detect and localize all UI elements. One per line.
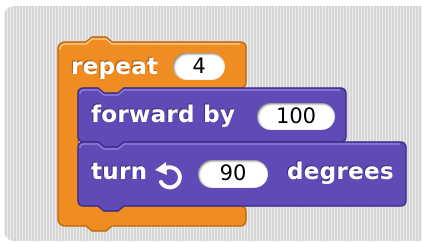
forward-label: forward by xyxy=(91,102,236,128)
repeat-label: repeat xyxy=(71,54,159,80)
forward-steps-input[interactable]: 100 xyxy=(257,103,335,130)
repeat-count-input[interactable]: 4 xyxy=(173,53,225,80)
rotate-counterclockwise-icon xyxy=(155,162,182,190)
turn-label: turn xyxy=(91,159,148,185)
degrees-label: degrees xyxy=(287,159,394,185)
turn-degrees-input[interactable]: 90 xyxy=(198,160,268,188)
